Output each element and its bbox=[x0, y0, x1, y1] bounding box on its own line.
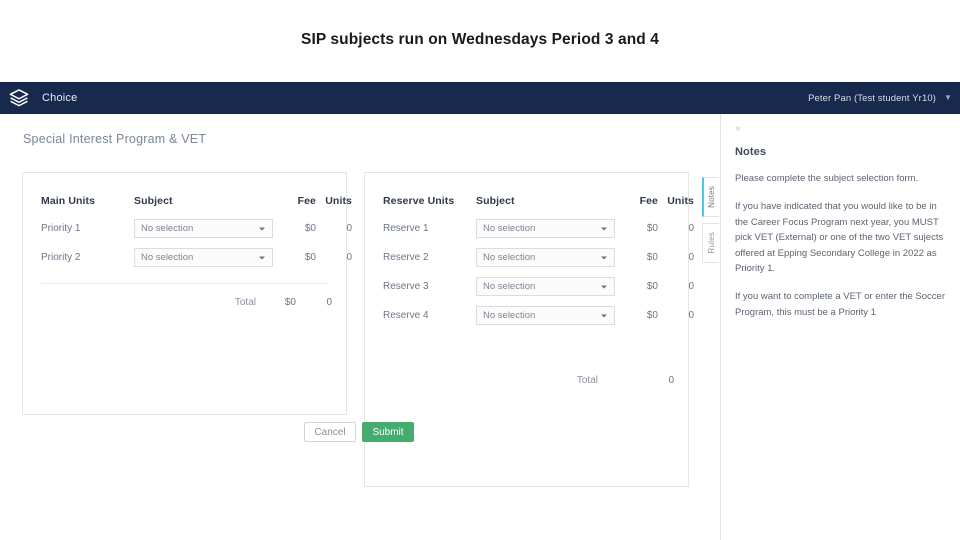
column-header-main-units: Main Units bbox=[41, 195, 96, 207]
units-value: 0 bbox=[688, 310, 694, 321]
subject-select-value: No selection bbox=[483, 223, 536, 234]
subject-select-cell: No selection bbox=[134, 219, 282, 248]
total-label: Total bbox=[576, 375, 598, 386]
subject-select-priority-1[interactable]: No selection bbox=[134, 219, 273, 238]
fee-value: $0 bbox=[304, 223, 316, 234]
main-units-card: Main Units Subject Fee Units Priority 1 … bbox=[22, 172, 352, 415]
subject-select-reserve-2[interactable]: No selection bbox=[476, 248, 615, 267]
table-row: Reserve 1 No selection $0 0 bbox=[365, 219, 708, 248]
reserve-units-table: Reserve Units Subject Fee Units Reserve … bbox=[365, 173, 708, 335]
tab-rules[interactable]: Rules bbox=[702, 223, 719, 263]
submit-button[interactable]: Submit bbox=[362, 422, 414, 442]
fee-value: $0 bbox=[646, 310, 658, 321]
tab-notes-label: Notes bbox=[707, 186, 716, 208]
form-actions: Cancel Submit bbox=[304, 422, 414, 442]
slide-title: SIP subjects run on Wednesdays Period 3 … bbox=[301, 31, 659, 48]
table-row: Reserve 3 No selection $0 0 bbox=[365, 277, 708, 306]
subject-select-value: No selection bbox=[483, 281, 536, 292]
fee-value: $0 bbox=[646, 223, 658, 234]
units-value: 0 bbox=[688, 281, 694, 292]
chevron-down-icon bbox=[601, 227, 607, 230]
subject-select-value: No selection bbox=[141, 223, 194, 234]
user-name-label: Peter Pan (Test student Yr10) bbox=[808, 92, 936, 104]
subject-select-cell: No selection bbox=[476, 277, 624, 306]
subject-select-value: No selection bbox=[141, 252, 194, 263]
column-header-subject: Subject bbox=[476, 195, 515, 207]
column-header-units: Units bbox=[325, 195, 352, 207]
subject-select-cell: No selection bbox=[134, 248, 282, 277]
app-screenshot: Choice Peter Pan (Test student Yr10) ▼ S… bbox=[0, 82, 960, 540]
notes-paragraph: If you want to complete a VET or enter t… bbox=[735, 291, 945, 318]
subject-select-cell: No selection bbox=[476, 248, 624, 277]
column-header-fee: Fee bbox=[297, 195, 316, 207]
table-row: Priority 1 No selection $0 0 bbox=[23, 219, 366, 248]
subject-select-cell: No selection bbox=[476, 306, 624, 335]
side-tab-strip: Notes Rules bbox=[702, 177, 719, 263]
fee-value: $0 bbox=[304, 252, 316, 263]
subject-select-reserve-4[interactable]: No selection bbox=[476, 306, 615, 325]
reserve-units-total-row: Total 0 bbox=[365, 335, 688, 386]
fee-value: $0 bbox=[646, 281, 658, 292]
subject-select-value: No selection bbox=[483, 310, 536, 321]
table-row: Reserve 4 No selection $0 0 bbox=[365, 306, 708, 335]
notes-paragraph: Please complete the subject selection fo… bbox=[735, 173, 919, 184]
column-header-subject: Subject bbox=[134, 195, 173, 207]
brand-name: Choice bbox=[42, 92, 78, 104]
notes-panel: » Notes Please complete the subject sele… bbox=[722, 114, 960, 540]
notes-paragraph: If you have indicated that you would lik… bbox=[735, 201, 944, 274]
panel-divider bbox=[720, 114, 721, 540]
table-header-row: Reserve Units Subject Fee Units bbox=[365, 173, 708, 219]
tab-notes[interactable]: Notes bbox=[702, 177, 719, 217]
table-row: Reserve 2 No selection $0 0 bbox=[365, 248, 708, 277]
subject-select-priority-2[interactable]: No selection bbox=[134, 248, 273, 267]
chevron-down-icon bbox=[601, 256, 607, 259]
cancel-button[interactable]: Cancel bbox=[304, 422, 356, 442]
chevron-down-icon bbox=[601, 314, 607, 317]
units-value: 0 bbox=[688, 252, 694, 263]
subject-select-value: No selection bbox=[483, 252, 536, 263]
notes-panel-title: Notes bbox=[735, 146, 767, 158]
layers-stack-icon bbox=[8, 87, 30, 109]
total-label: Total bbox=[234, 297, 256, 308]
column-header-reserve-units: Reserve Units bbox=[383, 195, 455, 207]
row-label-reserve-3: Reserve 3 bbox=[383, 281, 429, 292]
brand[interactable]: Choice bbox=[0, 87, 77, 109]
chevron-down-icon: ▼ bbox=[943, 93, 952, 102]
fee-value: $0 bbox=[646, 252, 658, 263]
table-header-row: Main Units Subject Fee Units bbox=[23, 173, 366, 219]
row-label-reserve-2: Reserve 2 bbox=[383, 252, 429, 263]
chevron-down-icon bbox=[601, 285, 607, 288]
main-units-table: Main Units Subject Fee Units Priority 1 … bbox=[23, 173, 366, 277]
total-units-value: 0 bbox=[326, 297, 332, 308]
units-value: 0 bbox=[346, 223, 352, 234]
column-header-units: Units bbox=[667, 195, 694, 207]
column-header-fee: Fee bbox=[639, 195, 658, 207]
subject-select-reserve-1[interactable]: No selection bbox=[476, 219, 615, 238]
subject-select-cell: No selection bbox=[476, 219, 624, 248]
subject-select-reserve-3[interactable]: No selection bbox=[476, 277, 615, 296]
chevron-down-icon bbox=[259, 227, 265, 230]
table-row: Priority 2 No selection $0 0 bbox=[23, 248, 366, 277]
total-units-value: 0 bbox=[668, 375, 674, 386]
tab-rules-label: Rules bbox=[706, 232, 716, 254]
main-units-total-row: Total $0 0 bbox=[23, 284, 346, 308]
chevron-down-icon bbox=[259, 256, 265, 259]
units-value: 0 bbox=[688, 223, 694, 234]
row-label-reserve-4: Reserve 4 bbox=[383, 310, 429, 321]
collapse-chevron-icon[interactable]: » bbox=[735, 120, 946, 134]
row-label-reserve-1: Reserve 1 bbox=[383, 223, 429, 234]
user-menu[interactable]: Peter Pan (Test student Yr10) ▼ bbox=[808, 93, 960, 104]
total-fee-value: $0 bbox=[284, 297, 296, 308]
row-label-priority-2: Priority 2 bbox=[41, 252, 81, 263]
page-title: Special Interest Program & VET bbox=[23, 132, 207, 146]
app-header-bar: Choice Peter Pan (Test student Yr10) ▼ bbox=[0, 82, 960, 114]
units-value: 0 bbox=[346, 252, 352, 263]
row-label-priority-1: Priority 1 bbox=[41, 223, 81, 234]
